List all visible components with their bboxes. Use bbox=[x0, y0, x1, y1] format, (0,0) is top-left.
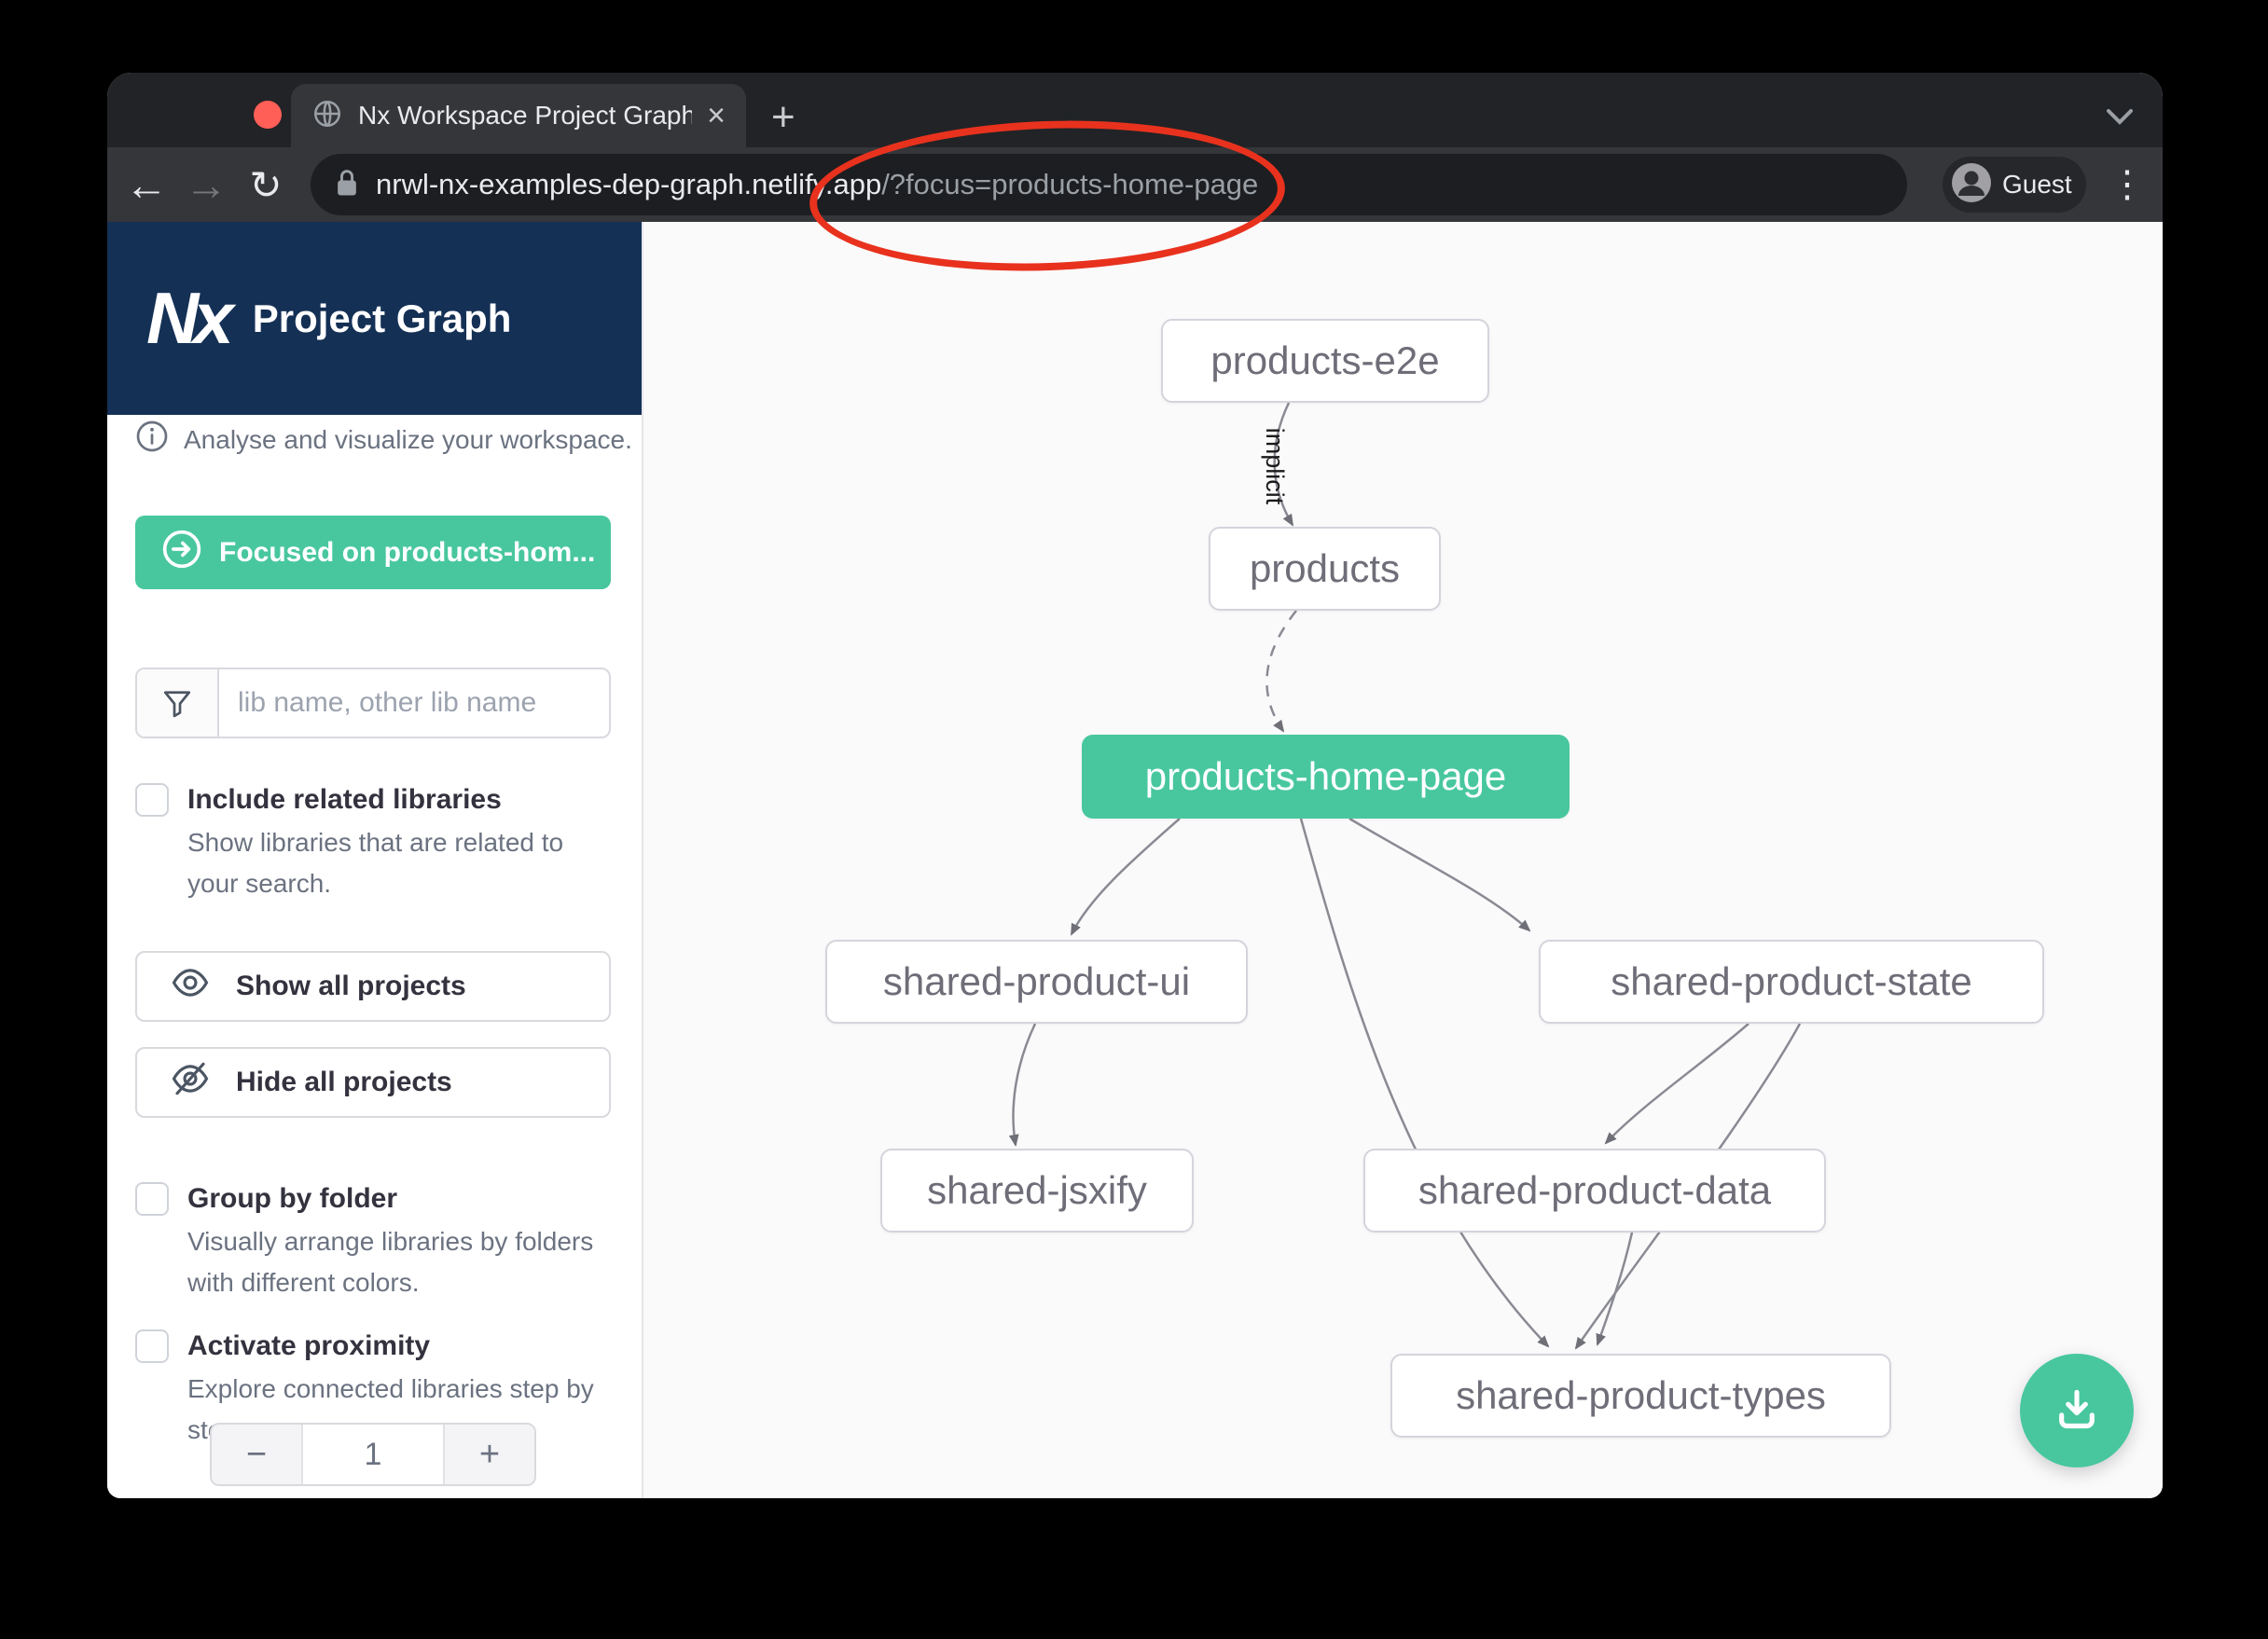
setting-label: Activate proximity bbox=[187, 1328, 618, 1365]
edge-shared-product-ui-to-shared-jsxify bbox=[1014, 1024, 1035, 1145]
eye-icon bbox=[171, 963, 210, 1010]
tab-favicon-globe-icon bbox=[311, 98, 343, 134]
edge-products-home-page-to-shared-product-types bbox=[1301, 819, 1548, 1346]
profile-label: Guest bbox=[2002, 170, 2072, 200]
avatar-icon bbox=[1952, 163, 1991, 207]
download-icon bbox=[2051, 1384, 2103, 1439]
url-path: /?focus=products-home-page bbox=[881, 168, 1258, 200]
show-all-projects-button[interactable]: Show all projects bbox=[135, 951, 611, 1022]
browser-window: Nx Workspace Project Graph × + ← → ↻ nrw… bbox=[107, 73, 2163, 1498]
eye-off-icon bbox=[171, 1059, 210, 1106]
nx-logo: Nx bbox=[146, 276, 228, 361]
close-window-button[interactable] bbox=[254, 101, 282, 129]
page-content: Nx Project Graph Analyse and visualize y… bbox=[107, 222, 2163, 1498]
filter-input[interactable] bbox=[219, 669, 611, 737]
browser-tab[interactable]: Nx Workspace Project Graph × bbox=[291, 84, 746, 147]
graph-node-shared-product-state[interactable]: shared-product-state bbox=[1539, 940, 2044, 1024]
edge-products-home-page-to-shared-product-ui bbox=[1072, 819, 1180, 934]
hide-all-projects-label: Hide all projects bbox=[236, 1067, 452, 1098]
setting-label: Group by folder bbox=[187, 1180, 618, 1218]
sidebar: Nx Project Graph Analyse and visualize y… bbox=[107, 222, 643, 1498]
info-icon bbox=[135, 420, 169, 460]
back-button[interactable]: ← bbox=[118, 147, 174, 222]
funnel-icon bbox=[137, 669, 219, 737]
setting-label: Include related libraries bbox=[187, 781, 618, 819]
edge-products-home-page-to-shared-product-state bbox=[1349, 819, 1529, 930]
graph-node-products-e2e[interactable]: products-e2e bbox=[1161, 319, 1489, 403]
sidebar-header: Nx Project Graph bbox=[107, 222, 642, 415]
setting-description: Visually arrange libraries by folders wi… bbox=[187, 1221, 618, 1303]
setting-include-related: Include related libraries Show libraries… bbox=[135, 781, 620, 904]
forward-button[interactable]: → bbox=[178, 147, 234, 222]
proximity-depth-stepper: − 1 + bbox=[210, 1423, 536, 1486]
profile-button[interactable]: Guest bbox=[1943, 157, 2086, 213]
filter-field bbox=[135, 668, 611, 738]
stepper-increment-button[interactable]: + bbox=[443, 1425, 534, 1484]
activate-proximity-checkbox[interactable] bbox=[135, 1329, 169, 1363]
stepper-decrement-button[interactable]: − bbox=[212, 1425, 303, 1484]
tagline-row: Analyse and visualize your workspace. bbox=[135, 420, 632, 460]
url-bar[interactable]: nrwl-nx-examples-dep-graph.netlify.app/?… bbox=[311, 154, 1907, 215]
tagline-text: Analyse and visualize your workspace. bbox=[184, 425, 632, 455]
browser-menu-icon[interactable]: ⋮ bbox=[2109, 160, 2146, 209]
reload-button[interactable]: ↻ bbox=[238, 147, 294, 222]
setting-description: Show libraries that are related to your … bbox=[187, 822, 618, 904]
arrow-right-circle-icon bbox=[161, 529, 202, 577]
edge-products-to-products-home-page bbox=[1266, 611, 1296, 731]
hide-all-projects-button[interactable]: Hide all projects bbox=[135, 1047, 611, 1118]
stepper-value: 1 bbox=[303, 1425, 443, 1484]
tab-strip: Nx Workspace Project Graph × + bbox=[107, 73, 2163, 147]
app-title: Project Graph bbox=[253, 296, 512, 341]
url-domain: nrwl-nx-examples-dep-graph.netlify.app bbox=[376, 168, 881, 200]
new-tab-button[interactable]: + bbox=[771, 97, 795, 138]
lock-icon bbox=[335, 168, 359, 202]
focused-button-label: Focused on products-hom... bbox=[219, 537, 595, 569]
tab-close-icon[interactable]: × bbox=[707, 100, 726, 131]
url-text: nrwl-nx-examples-dep-graph.netlify.app/?… bbox=[376, 168, 1258, 201]
graph-node-products[interactable]: products bbox=[1209, 527, 1441, 611]
graph-node-shared-product-types[interactable]: shared-product-types bbox=[1390, 1354, 1891, 1438]
graph-node-shared-product-ui[interactable]: shared-product-ui bbox=[825, 940, 1248, 1024]
graph-node-shared-product-data[interactable]: shared-product-data bbox=[1363, 1149, 1826, 1233]
include-related-checkbox[interactable] bbox=[135, 783, 169, 817]
graph-edges: implicit bbox=[643, 222, 2163, 1498]
group-by-folder-checkbox[interactable] bbox=[135, 1182, 169, 1216]
graph-node-products-home-page[interactable]: products-home-page bbox=[1082, 735, 1570, 819]
tab-title: Nx Workspace Project Graph bbox=[358, 101, 692, 131]
show-all-projects-label: Show all projects bbox=[236, 971, 466, 1002]
setting-group-by-folder: Group by folder Visually arrange librari… bbox=[135, 1180, 620, 1303]
browser-toolbar: ← → ↻ nrwl-nx-examples-dep-graph.netlify… bbox=[107, 147, 2163, 222]
focused-button[interactable]: Focused on products-hom... bbox=[135, 516, 611, 589]
edge-shared-product-state-to-shared-product-data bbox=[1606, 1024, 1749, 1143]
edge-shared-product-data-to-shared-product-types bbox=[1597, 1233, 1632, 1344]
download-graph-button[interactable] bbox=[2020, 1354, 2134, 1467]
graph-node-shared-jsxify[interactable]: shared-jsxify bbox=[880, 1149, 1194, 1233]
project-graph-canvas[interactable]: implicit products-e2e products products-… bbox=[643, 222, 2163, 1498]
chevron-down-icon[interactable] bbox=[2103, 106, 2137, 131]
edge-label-implicit: implicit bbox=[1261, 428, 1289, 505]
